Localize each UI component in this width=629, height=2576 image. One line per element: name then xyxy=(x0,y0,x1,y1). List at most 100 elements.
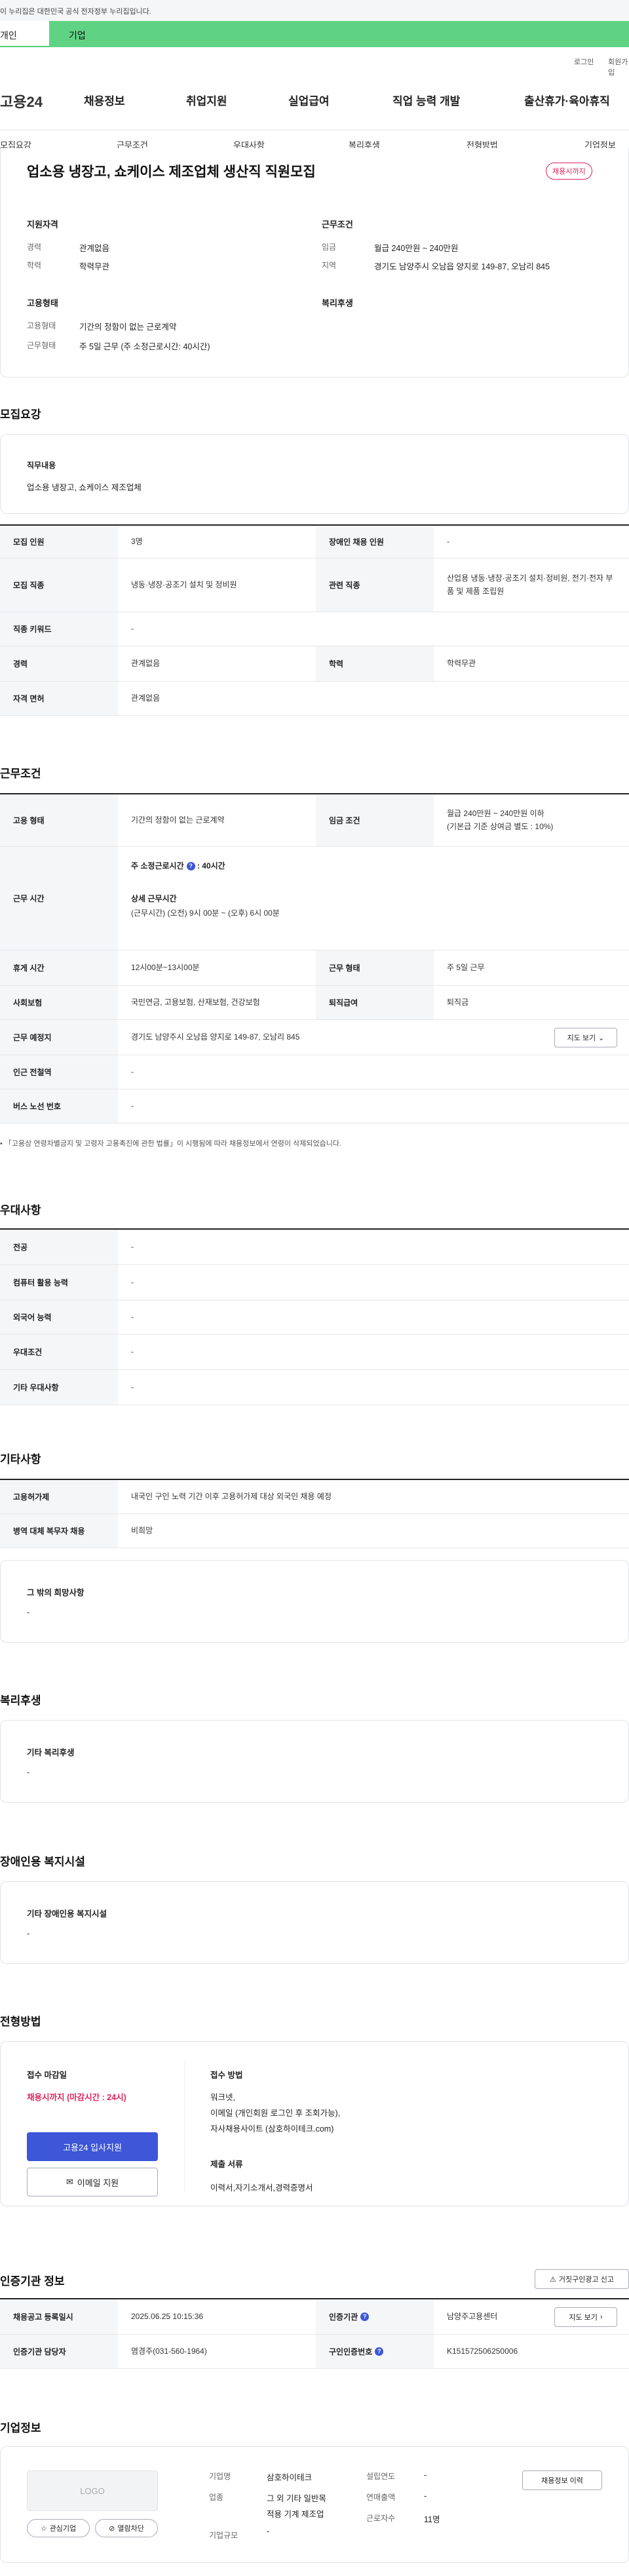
disab-card: 기타 장애인용 복지시설 - xyxy=(0,1881,629,1964)
chevron-right-icon: › xyxy=(600,2313,603,2321)
recruit-heading: 모집요강 xyxy=(0,408,41,421)
bus-label: 버스 노선 번호 xyxy=(0,1089,118,1123)
table-row: 자격 면허 관계없음 xyxy=(0,682,629,716)
gnb-parental-leave[interactable]: 출산휴가·육아휴직 xyxy=(524,92,610,108)
pref-etc-label: 기타 우대사항 xyxy=(0,1370,118,1405)
mgr-value: 염경주(031-560-1964) xyxy=(131,2346,207,2356)
place-label: 근무 예정지 xyxy=(0,1020,118,1055)
company-name-value: 삼호하이테크 xyxy=(267,2473,313,2482)
help-icon[interactable]: ? xyxy=(186,862,195,871)
method-value-2: 이메일 (개인회원 로그인 후 조회가능), xyxy=(210,2109,341,2118)
tab-company-label: 기업 xyxy=(69,30,86,41)
subway-label: 인근 전철역 xyxy=(0,1055,118,1089)
cert-num-value: K151572506250006 xyxy=(447,2346,518,2356)
wage-row-value: 월급 240만원 ~ 240만원 이하 (기본급 기준 상여금 별도 : 10%… xyxy=(435,794,629,846)
military-value: 비희망 xyxy=(131,1525,153,1535)
kw-label: 직종 키워드 xyxy=(0,612,118,646)
hours-weekly: 주 소정근로시간? : 40시간 xyxy=(131,860,225,871)
welfare-etc-heading: 기타 복리후생 xyxy=(27,1748,75,1757)
hours-weekly-label: 주 소정근로시간 xyxy=(131,861,184,870)
pref-heading: 우대사항 xyxy=(0,1204,41,1217)
table-row: 직종 키워드 - xyxy=(0,612,629,646)
mail-icon: ✉ xyxy=(66,2177,73,2187)
email-apply-button[interactable]: ✉ 이메일 지원 xyxy=(27,2168,158,2196)
sev-label: 퇴직급여 xyxy=(316,986,434,1019)
apply-button[interactable]: 고용24 입사지원 xyxy=(27,2132,158,2161)
org-map-button[interactable]: 지도 보기 › xyxy=(554,2307,617,2327)
org-label: 인증기관? xyxy=(316,2299,434,2334)
job-content-heading: 직무내용 xyxy=(27,461,56,470)
deadline-badge: 채용시까지 xyxy=(546,163,592,180)
map-view-button[interactable]: 지도 보기 ⌄ xyxy=(554,1028,617,1047)
selection-card: 접수 마감일 채용시까지 (마감시간 : 24시) 고용24 입사지원 ✉ 이메일… xyxy=(0,2041,629,2206)
area-value: 경기도 남양주시 오남읍 양지로 149-87, 오남리 845 xyxy=(374,262,550,271)
wage-row-label: 임금 조건 xyxy=(316,794,434,846)
chevron-down-icon: ⌄ xyxy=(598,1034,605,1042)
history-button[interactable]: 채용정보 이력 xyxy=(522,2470,602,2490)
company-heading: 기업정보 xyxy=(0,2422,41,2434)
type-value: 냉동·냉장·공조기 설치 및 정비원 xyxy=(131,579,237,589)
disab-etc-heading: 기타 장애인용 복지시설 xyxy=(27,1909,107,1919)
help-icon[interactable]: ? xyxy=(360,2313,370,2321)
tab-company[interactable]: 기업 xyxy=(49,21,629,47)
join-link[interactable]: 회원가입 xyxy=(608,56,629,77)
selection-heading: 전형방법 xyxy=(0,2016,41,2028)
job-title: 업소용 냉장고, 쇼케이스 제조업체 생산직 직원모집 xyxy=(27,165,316,180)
table-row: 고용허가제 내국인 구인 노력 기간 이후 고용허가제 대상 외국인 채용 예정 xyxy=(0,1480,629,1514)
gnb-job-training[interactable]: 직업 능력 개발 xyxy=(392,92,460,108)
form-label: 근무 형태 xyxy=(316,950,434,985)
eps-label: 고용허가제 xyxy=(0,1480,118,1513)
emp-row-label: 고용 형태 xyxy=(0,794,118,846)
block-button[interactable]: ⊘ 열람차단 xyxy=(95,2519,158,2537)
gov-banner-text: 이 누리집은 대한민국 공식 전자정부 누리집입니다. xyxy=(0,8,151,16)
emp-type-label: 고용형태 xyxy=(27,321,56,330)
job-content-card: 직무내용 업소용 냉장고, 쇼케이스 제조업체 xyxy=(0,434,629,514)
table-row: 기타 우대사항 - xyxy=(0,1370,629,1405)
divider xyxy=(184,2061,185,2193)
reg-date-label: 채용공고 등록일시 xyxy=(0,2299,118,2334)
industry-value-2: 적용 기계 제조업 xyxy=(267,2510,324,2519)
method-value-3: 자사채용사이트 (삼호하이테크.com) xyxy=(210,2124,334,2134)
site-logo[interactable]: 고용24 xyxy=(0,90,43,111)
map-view-label: 지도 보기 xyxy=(567,1034,596,1042)
founded-value: - xyxy=(424,2470,427,2480)
warning-icon: ⚠ xyxy=(550,2275,556,2284)
area-label: 지역 xyxy=(322,261,337,270)
pref-lang-value: - xyxy=(131,1312,134,1321)
gnb-job-info[interactable]: 채용정보 xyxy=(84,92,125,108)
welfare-card: 기타 복리후생 - xyxy=(0,1720,629,1803)
disab-etc-value: - xyxy=(27,1929,30,1938)
pref-major-label: 전공 xyxy=(0,1230,118,1264)
type-label: 모집 직종 xyxy=(0,558,118,612)
help-icon[interactable]: ? xyxy=(375,2347,384,2356)
org-value: 남양주고용센터 xyxy=(447,2311,498,2321)
etc-heading: 기타사항 xyxy=(0,1453,41,1466)
method-heading: 접수 방법 xyxy=(210,2071,243,2080)
edu-value: 학력무관 xyxy=(79,262,110,271)
gov-banner: 이 누리집은 대한민국 공식 전자정부 누리집입니다. xyxy=(0,0,629,21)
form-value: 주 5일 근무 xyxy=(447,962,485,972)
pref-computer-label: 컴퓨터 활용 능력 xyxy=(0,1265,118,1300)
gnb-employment-support[interactable]: 취업지원 xyxy=(186,92,227,108)
pref-major-value: - xyxy=(131,1241,134,1251)
table-row: 전공 - xyxy=(0,1230,629,1265)
table-row: 우대조건 - xyxy=(0,1335,629,1370)
hours-detail-label: 상세 근무시간 xyxy=(131,894,177,903)
industry-value-1: 그 외 기타 일반목 xyxy=(267,2494,326,2503)
table-row: 모집 인원 3명 장애인 채용 인원 - xyxy=(0,526,629,558)
org-label-text: 인증기관 xyxy=(329,2313,358,2322)
table-row: 병역 대체 복무자 채용 비희망 xyxy=(0,1514,629,1548)
lic-label: 자격 면허 xyxy=(0,682,118,715)
table-row: 버스 노선 번호 - xyxy=(0,1089,629,1123)
pref-etc-value: - xyxy=(131,1382,134,1392)
table-row: 채용공고 등록일시 2025.06.25 10:15:36 인증기관? 남양주고… xyxy=(0,2299,629,2335)
welfare-heading: 복리후생 xyxy=(322,298,353,308)
table-row: 인증기관 담당자 염경주(031-560-1964) 구인인증번호? K1515… xyxy=(0,2335,629,2369)
login-link[interactable]: 로그인 xyxy=(574,56,594,67)
tab-person[interactable]: 개인 xyxy=(0,21,49,47)
block-icon: ⊘ xyxy=(109,2524,115,2533)
report-button[interactable]: ⚠ 거짓구인광고 신고 xyxy=(535,2269,629,2289)
favorite-button[interactable]: ☆ 관심기업 xyxy=(27,2519,90,2537)
gnb-unemployment-benefit[interactable]: 실업급여 xyxy=(288,92,330,108)
favorite-label: 관심기업 xyxy=(49,2525,77,2533)
